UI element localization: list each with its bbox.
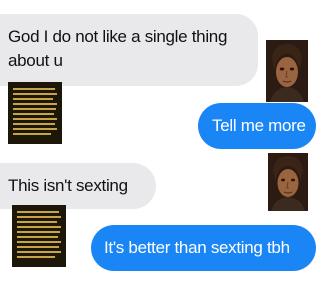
incoming-message: God I do not like a single thing about u bbox=[0, 14, 258, 86]
portrait-icon bbox=[266, 40, 308, 102]
message-text: This isn't sexting bbox=[8, 176, 128, 195]
text-sticker-icon bbox=[12, 205, 66, 267]
dense-text-icon bbox=[12, 205, 66, 267]
message-text: Tell me more bbox=[212, 116, 306, 135]
outgoing-message: It's better than sexting tbh bbox=[91, 225, 316, 271]
incoming-message: This isn't sexting bbox=[0, 163, 156, 209]
contact-avatar-icon bbox=[266, 40, 308, 102]
message-text: God I do not like a single thing about u bbox=[8, 27, 228, 70]
text-sticker-icon bbox=[8, 82, 62, 144]
dense-text-icon bbox=[8, 82, 62, 144]
contact-avatar-icon bbox=[268, 153, 308, 211]
message-text: It's better than sexting tbh bbox=[104, 238, 290, 257]
portrait-icon bbox=[268, 153, 308, 211]
outgoing-message: Tell me more bbox=[198, 103, 316, 149]
